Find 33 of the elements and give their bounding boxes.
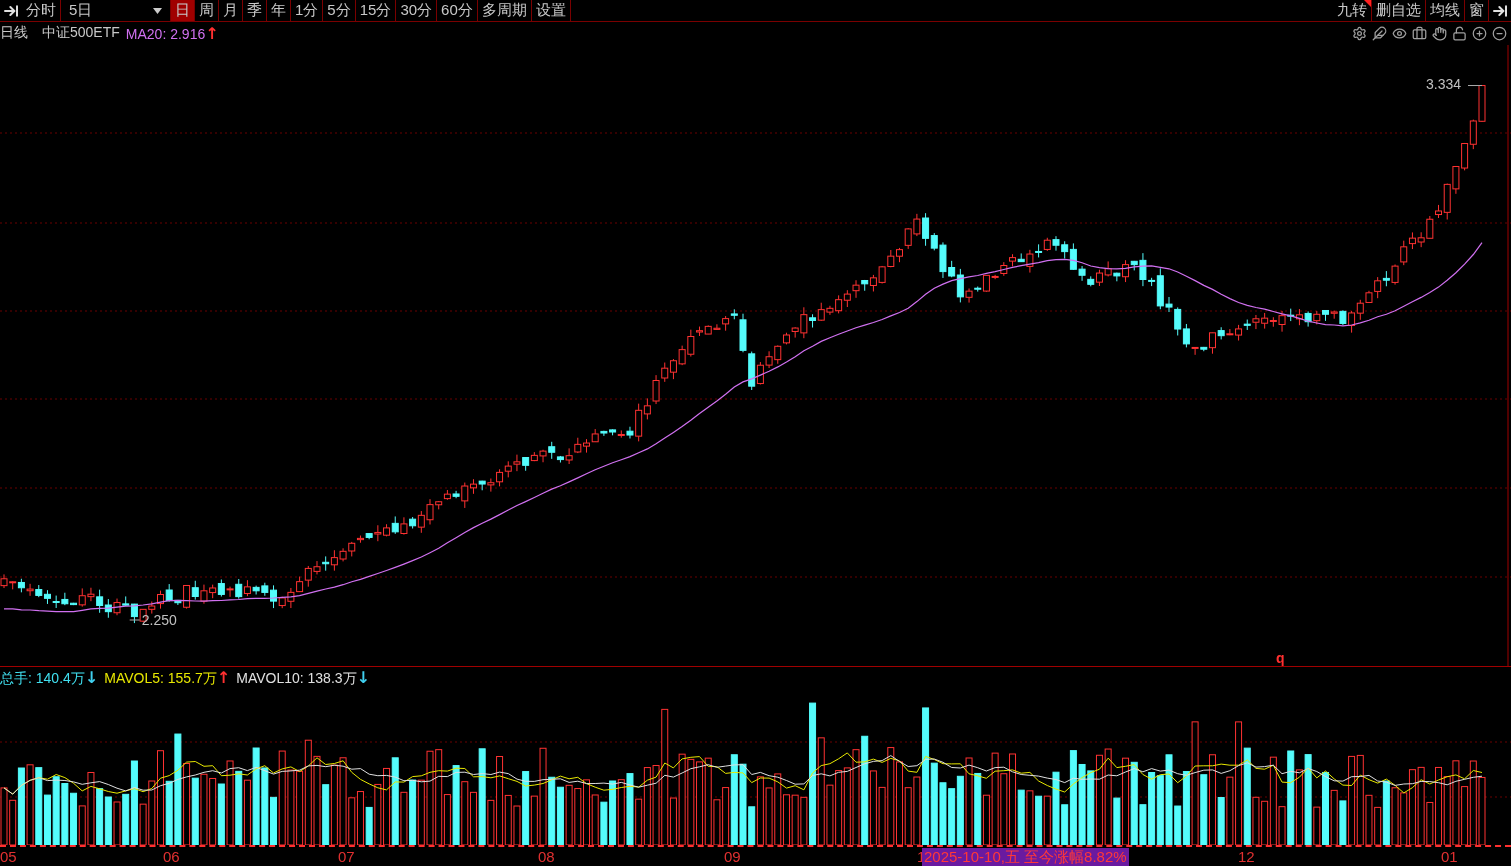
period-label: 日线	[0, 24, 28, 43]
event-marker: q	[1276, 649, 1285, 666]
leader-line	[129, 619, 141, 621]
indicator-value: MA20: 2.916	[125, 26, 206, 42]
eye-icon[interactable]	[1392, 26, 1407, 41]
month-label: 06	[163, 847, 180, 865]
settings-icon[interactable]	[1352, 26, 1367, 41]
toolbox-icon[interactable]	[1412, 26, 1427, 41]
month-label: 08	[538, 847, 555, 865]
zoom-out-icon[interactable]	[1492, 26, 1507, 41]
pen-icon[interactable]	[1372, 26, 1387, 41]
trend-arrow: ↓	[356, 668, 370, 688]
month-label: 07	[338, 847, 355, 865]
caret-icon	[153, 7, 162, 14]
trend-arrow: ↑	[205, 24, 219, 43]
leader-line	[1467, 84, 1483, 86]
trend-arrow: ↑	[216, 668, 231, 688]
indicator-value: MAVOL10: 138.3万	[236, 670, 357, 687]
month-label: 01	[1441, 847, 1458, 865]
max-price-label: 3.334	[1426, 76, 1462, 93]
min-price-label: 2.250	[141, 611, 177, 628]
zoom-in-icon[interactable]	[1472, 26, 1487, 41]
trend-arrow: ↓	[84, 668, 99, 688]
month-label: 09	[724, 847, 741, 865]
security-name: 中证500ETF	[42, 24, 120, 43]
lock-icon[interactable]	[1452, 26, 1467, 41]
month-label: 12	[1238, 847, 1255, 865]
hand-icon[interactable]	[1432, 26, 1447, 41]
period-tab[interactable]: 日	[171, 0, 195, 21]
indicator-value: 总手: 140.4万	[0, 670, 85, 687]
indicator-value: MAVOL5: 155.7万	[104, 670, 217, 687]
date-tooltip: 2025-10-10,五 至今涨幅8.82%	[922, 847, 1129, 866]
month-label: 05	[0, 847, 17, 865]
